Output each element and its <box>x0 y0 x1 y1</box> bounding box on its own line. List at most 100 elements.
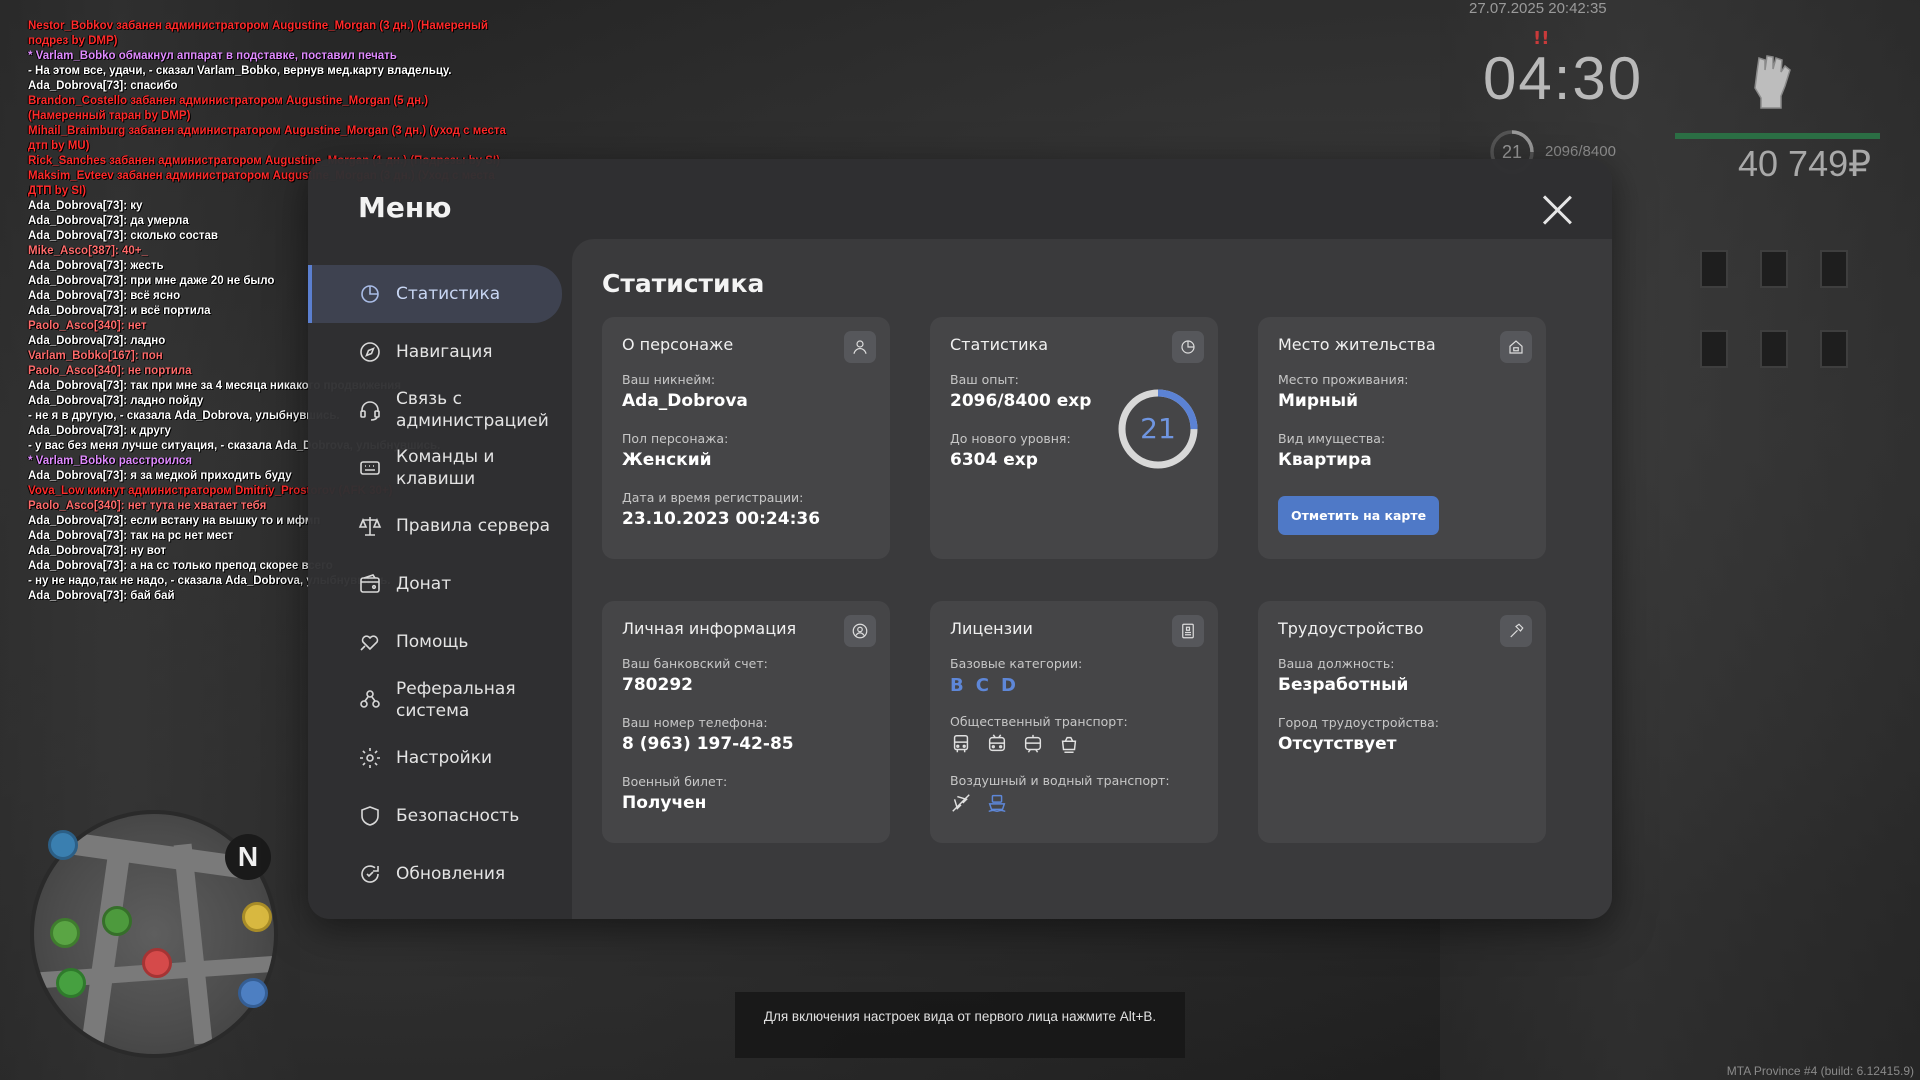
minimap-road <box>80 853 130 1054</box>
minimap-target-icon <box>50 918 80 948</box>
phone-value: 8 (963) 197-42-85 <box>622 734 794 754</box>
card-title: О персонаже <box>622 335 734 354</box>
air-water-transport-icons <box>950 792 1198 814</box>
field-label: Вид имущества: <box>1278 431 1386 446</box>
sidebar-item-scales[interactable]: Правила сервера <box>308 497 562 555</box>
hud-exp: 2096/8400 <box>1545 143 1616 160</box>
card-title: Лицензии <box>950 619 1033 638</box>
sidebar-item-compass[interactable]: Навигация <box>308 323 562 381</box>
minimap-hospital-icon <box>142 948 172 978</box>
sidebar-item-users[interactable]: Реферальная система <box>308 671 562 729</box>
card-title: Личная информация <box>622 619 797 638</box>
field-label: Базовые категории: <box>950 656 1083 671</box>
minimap-taxi-icon <box>242 902 272 932</box>
chat-message: * Varlam_Bobko обмакнул аппарат в подста… <box>28 50 397 62</box>
gender-value: Женский <box>622 450 712 470</box>
chat-message: Nestor_Bobkov забанен администратором Au… <box>28 20 488 47</box>
field-label: Ваш опыт: <box>950 372 1019 387</box>
users-icon <box>358 688 382 712</box>
menu-sidebar: Статистика Навигация Связь с администрацие… <box>308 265 562 903</box>
menu-panel: Меню Статистика Навигация Связь с админист… <box>308 159 1612 919</box>
bus-icon <box>953 735 969 753</box>
sidebar-item-label: Навигация <box>396 342 493 362</box>
minimap-house-icon <box>102 906 132 936</box>
chat-message: - На этом все, удачи, - сказал Varlam_Bo… <box>28 65 452 77</box>
card-personal-info: Личная информация Ваш банковский счет: 7… <box>602 601 890 843</box>
background-window <box>1700 330 1728 368</box>
sidebar-item-gear[interactable]: Настройки <box>308 729 562 787</box>
build-version: MTA Province #4 (build: 6.12415.9) <box>1726 1064 1914 1078</box>
headset-icon <box>358 398 382 422</box>
background-window <box>1760 330 1788 368</box>
card-title: Статистика <box>950 335 1048 354</box>
sidebar-item-label: Настройки <box>396 748 493 768</box>
keyboard-icon <box>358 456 382 480</box>
hammer-icon[interactable] <box>1500 615 1532 647</box>
job-position-value: Безработный <box>1278 675 1409 695</box>
chat-message: Ada_Dobrova[73]: спасибо <box>28 80 178 92</box>
content-title: Статистика <box>602 269 765 298</box>
stats-content: Статистика О персонаже Ваш никнейм: Ada_… <box>572 239 1612 919</box>
card-statistics: Статистика Ваш опыт: 2096/8400 exp До но… <box>930 317 1218 559</box>
field-label: Общественный транспорт: <box>950 714 1128 729</box>
nickname-value: Ada_Dobrova <box>622 391 748 411</box>
pie-chart-icon <box>358 282 382 306</box>
sidebar-item-label: Обновления <box>396 864 506 884</box>
minimap-car-icon <box>56 968 86 998</box>
sidebar-item-label: Команды и клавиши <box>396 447 495 489</box>
home-icon[interactable] <box>1500 331 1532 363</box>
minimap-worker-icon <box>238 978 268 1008</box>
sidebar-item-label: Донат <box>396 574 452 594</box>
license-category: B <box>950 675 964 696</box>
airplane-icon <box>952 794 970 812</box>
refresh-icon <box>358 862 382 886</box>
sidebar-item-refresh[interactable]: Обновления <box>308 845 562 903</box>
document-icon[interactable] <box>1172 615 1204 647</box>
card-licenses: Лицензии Базовые категории: BCD Обществе… <box>930 601 1218 843</box>
license-category: D <box>1000 675 1016 696</box>
field-label: Ваша должность: <box>1278 656 1395 671</box>
sidebar-item-pie-chart[interactable]: Статистика <box>308 265 562 323</box>
card-employment: Трудоустройство Ваша должность: Безработ… <box>1258 601 1546 843</box>
hud-date: 27.07.2025 20:42:35 <box>1469 0 1607 17</box>
card-about-character: О персонаже Ваш никнейм: Ada_Dobrova Пол… <box>602 317 890 559</box>
property-type-value: Квартира <box>1278 450 1372 470</box>
minimap-north-marker: N <box>225 834 271 880</box>
sidebar-item-label: Безопасность <box>396 806 520 826</box>
registration-value: 23.10.2023 00:24:36 <box>622 509 821 529</box>
sidebar-item-label: Связь с администрацией <box>396 389 549 431</box>
field-label: Ваш никнейм: <box>622 372 716 387</box>
user-circle-icon[interactable] <box>844 615 876 647</box>
sidebar-item-headset[interactable]: Связь с администрацией <box>308 381 562 439</box>
field-label: Воздушный и водный транспорт: <box>950 773 1170 788</box>
gear-icon <box>358 746 382 770</box>
trolleybus-icon <box>988 734 1006 752</box>
level-value: 21 <box>1140 412 1176 445</box>
taxi-icon <box>1061 736 1077 753</box>
sidebar-item-keyboard[interactable]: Команды и клавиши <box>308 439 562 497</box>
field-label: Дата и время регистрации: <box>622 490 804 505</box>
field-label: Ваш номер телефона: <box>622 715 768 730</box>
menu-title: Меню <box>358 191 452 224</box>
heart-hand-icon <box>358 630 382 654</box>
sidebar-item-wallet[interactable]: Донат <box>308 555 562 613</box>
tram-icon <box>1024 734 1042 753</box>
sidebar-item-shield[interactable]: Безопасность <box>308 787 562 845</box>
first-person-hint: Для включения настроек вида от первого л… <box>735 992 1185 1058</box>
hud-clock: 04:30 <box>1483 45 1644 112</box>
mark-on-map-button[interactable]: Отметить на карте <box>1278 496 1440 535</box>
chat-message: Mihail_Braimburg забанен администратором… <box>28 125 506 152</box>
hud-health-bar <box>1675 133 1880 139</box>
chat-message: Brandon_Costello забанен администратором… <box>28 95 429 122</box>
boat-icon <box>988 794 1006 812</box>
user-icon[interactable] <box>844 331 876 363</box>
field-label: Пол персонажа: <box>622 431 729 446</box>
background-window <box>1760 250 1788 288</box>
sidebar-item-label: Статистика <box>396 284 501 304</box>
sidebar-item-heart-hand[interactable]: Помощь <box>308 613 562 671</box>
sidebar-item-label: Помощь <box>396 632 469 652</box>
close-icon[interactable] <box>1540 193 1574 227</box>
pie-chart-icon[interactable] <box>1172 331 1204 363</box>
card-title: Место жительства <box>1278 335 1436 354</box>
sidebar-item-label: Правила сервера <box>396 516 551 536</box>
